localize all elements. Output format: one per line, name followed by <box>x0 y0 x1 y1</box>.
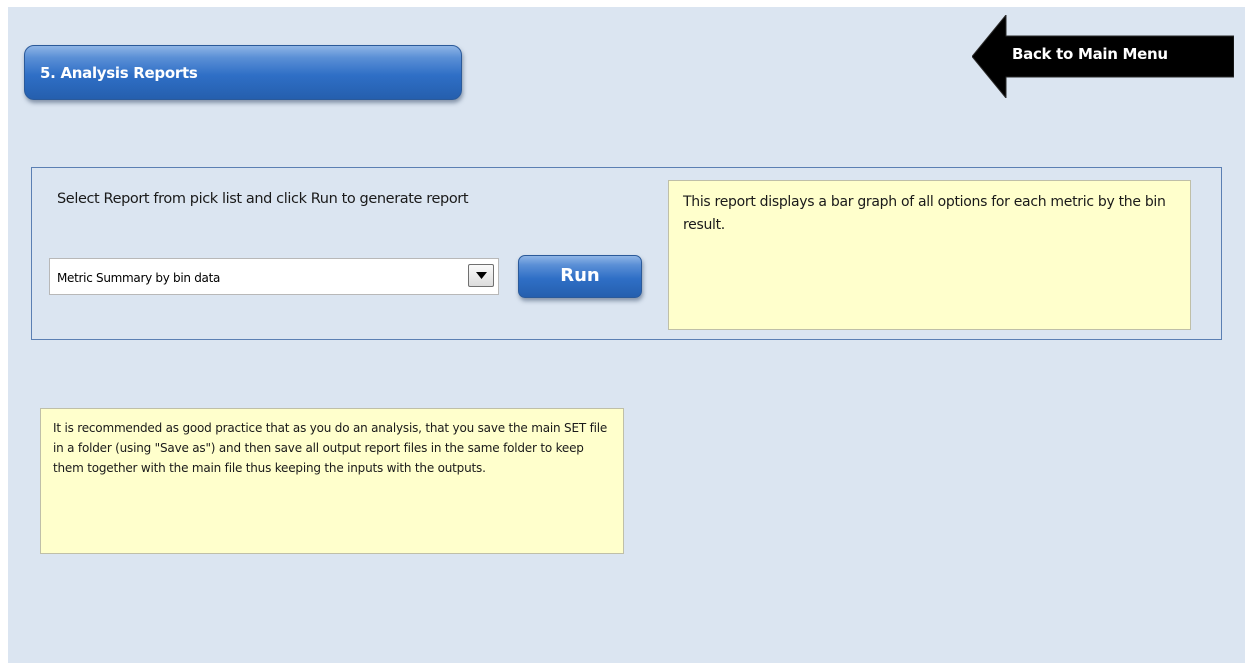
chevron-down-icon <box>476 272 487 279</box>
report-select-dropdown-button[interactable] <box>468 264 494 287</box>
report-select[interactable]: Metric Summary by bin data <box>49 258 499 295</box>
report-select-value: Metric Summary by bin data <box>57 271 221 285</box>
section-title: 5. Analysis Reports <box>40 64 198 82</box>
back-to-main-menu-button[interactable]: Back to Main Menu <box>972 15 1234 98</box>
run-button[interactable]: Run <box>518 255 642 298</box>
back-to-main-menu-label: Back to Main Menu <box>1012 45 1168 63</box>
section-title-banner: 5. Analysis Reports <box>24 45 462 100</box>
practice-note: It is recommended as good practice that … <box>40 408 624 554</box>
report-instruction: Select Report from pick list and click R… <box>57 191 469 207</box>
report-description: This report displays a bar graph of all … <box>668 180 1191 330</box>
run-button-label: Run <box>560 265 600 286</box>
